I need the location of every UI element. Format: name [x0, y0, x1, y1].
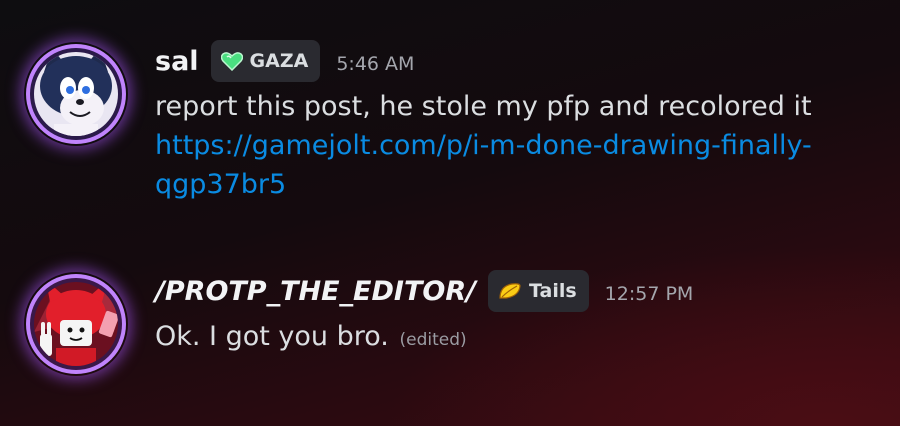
guild-tag-label: Tails [528, 280, 577, 302]
green-heart-icon [220, 51, 243, 71]
avatar-protp-image [26, 274, 126, 374]
yellow-leaf-icon [498, 282, 522, 300]
guild-tag-tails[interactable]: Tails [487, 270, 589, 312]
username-protp[interactable]: /PROTP_THE_EDITOR/ [155, 276, 476, 307]
timestamp[interactable]: 5:46 AM [336, 53, 414, 75]
guild-tag-label: GAZA [249, 50, 309, 72]
message-link[interactable]: https://gamejolt.com/p/i-m-done-drawing-… [155, 126, 815, 204]
timestamp[interactable]: 12:57 PM [605, 283, 694, 305]
message-text: Ok. I got you bro. [155, 321, 389, 352]
avatar-protp[interactable] [24, 272, 128, 376]
avatar-sal[interactable] [24, 42, 128, 146]
message-text: report this post, he stole my pfp and re… [155, 91, 812, 122]
avatar-sal-image [26, 44, 126, 144]
username-sal[interactable]: sal [155, 46, 199, 77]
edited-label: (edited) [399, 330, 467, 350]
guild-tag-gaza[interactable]: GAZA [210, 40, 321, 82]
